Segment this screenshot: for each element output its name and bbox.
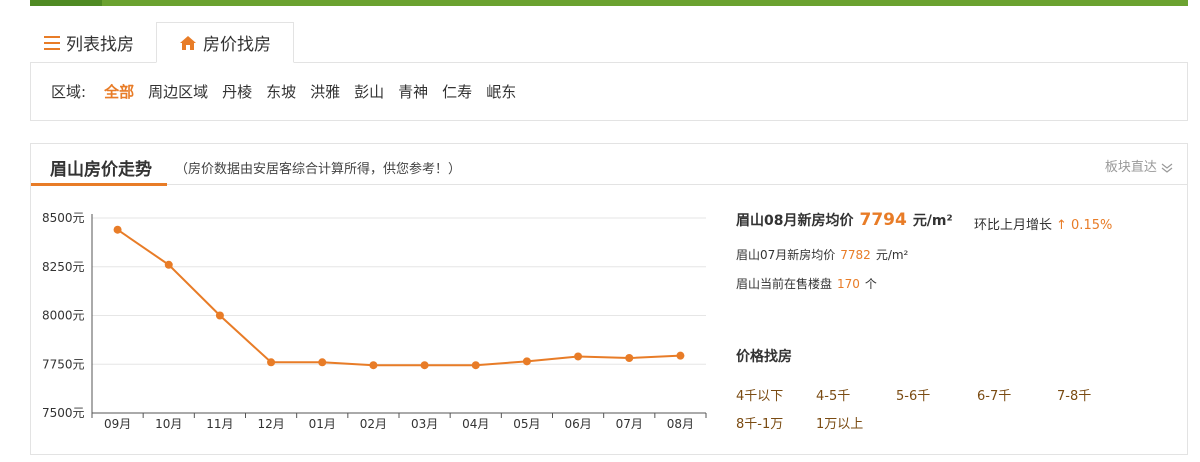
price-range-option[interactable]: 6-7千 [977, 385, 1011, 404]
y-tick-label: 8500元 [42, 211, 85, 225]
data-point [471, 361, 480, 370]
x-tick-label: 12月 [257, 417, 284, 431]
x-tick-label: 07月 [616, 417, 643, 431]
price-finder-title: 价格找房 [736, 349, 792, 365]
x-tick-label: 10月 [155, 417, 182, 431]
onsale-count-value: 170 [837, 277, 860, 291]
x-tick-label: 11月 [206, 417, 233, 431]
price-range-option[interactable]: 4千以下 [736, 385, 783, 404]
y-tick-label: 8000元 [42, 309, 85, 323]
y-tick-label: 7750元 [42, 357, 85, 371]
x-tick-label: 06月 [564, 417, 591, 431]
data-point [318, 358, 327, 367]
onsale-count-label: 眉山当前在售楼盘 [736, 277, 833, 291]
block-direct-link-label: 板块直达 [1104, 160, 1157, 175]
data-point [369, 361, 378, 370]
current-avg-price-unit: 元/m² [912, 213, 953, 229]
data-point [676, 351, 685, 360]
x-tick-label: 03月 [411, 417, 438, 431]
onsale-count: 眉山当前在售楼盘 170 个 [736, 275, 877, 292]
price-range-option[interactable]: 5-6千 [896, 385, 930, 404]
block-direct-link[interactable]: 板块直达 [1105, 156, 1173, 175]
prev-avg-price-label: 眉山07月新房均价 [736, 248, 836, 262]
double-chevron-down-icon [1161, 163, 1173, 173]
x-tick-label: 02月 [360, 417, 387, 431]
prev-avg-price: 眉山07月新房均价 7782 元/m² [736, 246, 908, 263]
data-point [574, 352, 583, 361]
x-tick-label: 04月 [462, 417, 489, 431]
month-change-value: ↑ 0.15% [1056, 218, 1113, 233]
current-avg-price-value: 7794 [859, 210, 907, 230]
data-point [267, 358, 276, 367]
month-change: 环比上月增长 ↑ 0.15% [974, 214, 1112, 233]
prev-avg-price-unit: 元/m² [875, 248, 909, 262]
prev-avg-price-value: 7782 [840, 248, 871, 262]
data-point [113, 225, 122, 234]
tab-price-search[interactable]: 房价找房 [156, 22, 294, 63]
price-trend-chart: 7500元 7750元 8000元 8250元 8500元 09月 10月 11月 12月 01月… [42, 211, 707, 431]
month-change-label: 环比上月增长 [974, 218, 1053, 233]
x-tick-label: 05月 [513, 417, 540, 431]
x-tick-label: 09月 [104, 417, 131, 431]
x-tick-label: 08月 [667, 417, 694, 431]
x-tick-label: 01月 [309, 417, 336, 431]
current-avg-price: 眉山08月新房均价 7794 元/m² [736, 210, 953, 230]
price-range-option[interactable]: 8千-1万 [736, 413, 783, 432]
current-avg-price-label: 眉山08月新房均价 [736, 213, 854, 229]
price-range-option[interactable]: 1万以上 [816, 413, 863, 432]
data-point [164, 260, 173, 269]
price-range-option[interactable]: 7-8千 [1057, 385, 1091, 404]
data-point [522, 357, 531, 366]
y-tick-label: 7500元 [42, 406, 85, 420]
y-tick-label: 8250元 [42, 260, 85, 274]
data-point [215, 311, 224, 320]
data-point [625, 354, 634, 363]
onsale-count-unit: 个 [864, 277, 877, 291]
tab-price-search-label: 房价找房 [203, 35, 271, 55]
price-range-option[interactable]: 4-5千 [816, 385, 850, 404]
data-point [420, 361, 429, 370]
home-icon [179, 35, 197, 51]
series-line [117, 228, 681, 367]
